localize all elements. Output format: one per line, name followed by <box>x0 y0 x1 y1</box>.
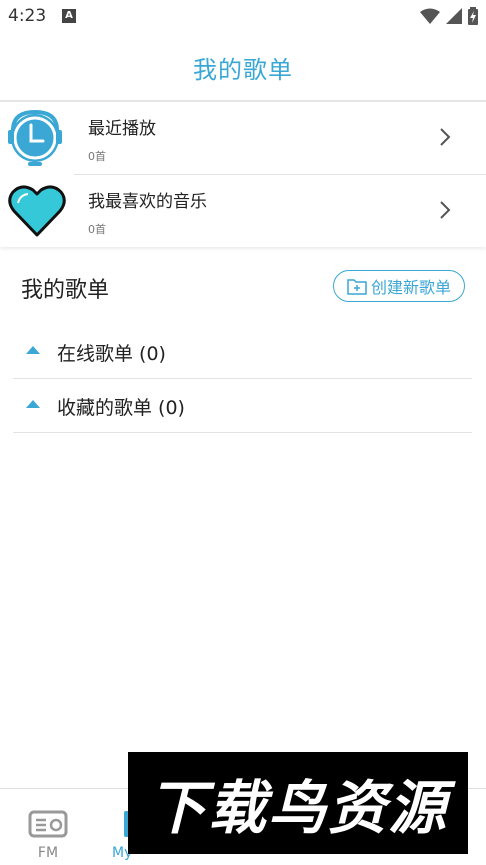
battery-icon <box>468 7 478 25</box>
folder-add-icon <box>347 279 367 295</box>
chevron-right-icon <box>440 201 451 219</box>
create-playlist-label: 创建新歌单 <box>370 278 451 297</box>
signal-icon <box>446 8 462 24</box>
nav-fm-label: FM <box>37 845 59 861</box>
collected-playlists-label: 收藏的歌单 (0) <box>57 397 185 419</box>
status-time: 4:23 <box>8 6 47 26</box>
collected-playlists-group[interactable]: 收藏的歌单 (0) <box>13 379 472 433</box>
caret-up-icon <box>26 346 40 354</box>
app-header: 我的歌单 <box>0 34 486 102</box>
heart-icon <box>8 185 66 237</box>
status-bar: 4:23 A <box>0 0 486 34</box>
chevron-right-icon <box>440 128 451 146</box>
caret-up-icon <box>26 400 40 408</box>
section-title: 我的歌单 <box>21 278 110 303</box>
watermark-banner: 下载鸟资源 <box>128 752 468 854</box>
favorite-music-title: 我最喜欢的音乐 <box>88 192 207 212</box>
online-playlists-label: 在线歌单 (0) <box>57 343 166 365</box>
quick-access-card: 最近播放 0首 我最喜欢的音乐 0首 <box>0 102 486 247</box>
recent-played-item[interactable]: 最近播放 0首 <box>0 102 486 174</box>
recent-played-title: 最近播放 <box>88 119 156 139</box>
favorite-music-item[interactable]: 我最喜欢的音乐 0首 <box>0 175 486 247</box>
favorite-music-count: 0首 <box>88 223 106 236</box>
wifi-icon <box>420 8 440 24</box>
status-indicators <box>420 7 478 25</box>
radio-icon <box>28 810 68 838</box>
nav-fm[interactable]: FM <box>25 799 71 861</box>
notification-a-icon: A <box>62 9 76 23</box>
recent-played-count: 0首 <box>88 150 106 163</box>
clock-icon <box>8 109 62 166</box>
online-playlists-group[interactable]: 在线歌单 (0) <box>13 325 472 379</box>
create-playlist-button[interactable]: 创建新歌单 <box>333 270 465 302</box>
page-title: 我的歌单 <box>193 55 293 84</box>
